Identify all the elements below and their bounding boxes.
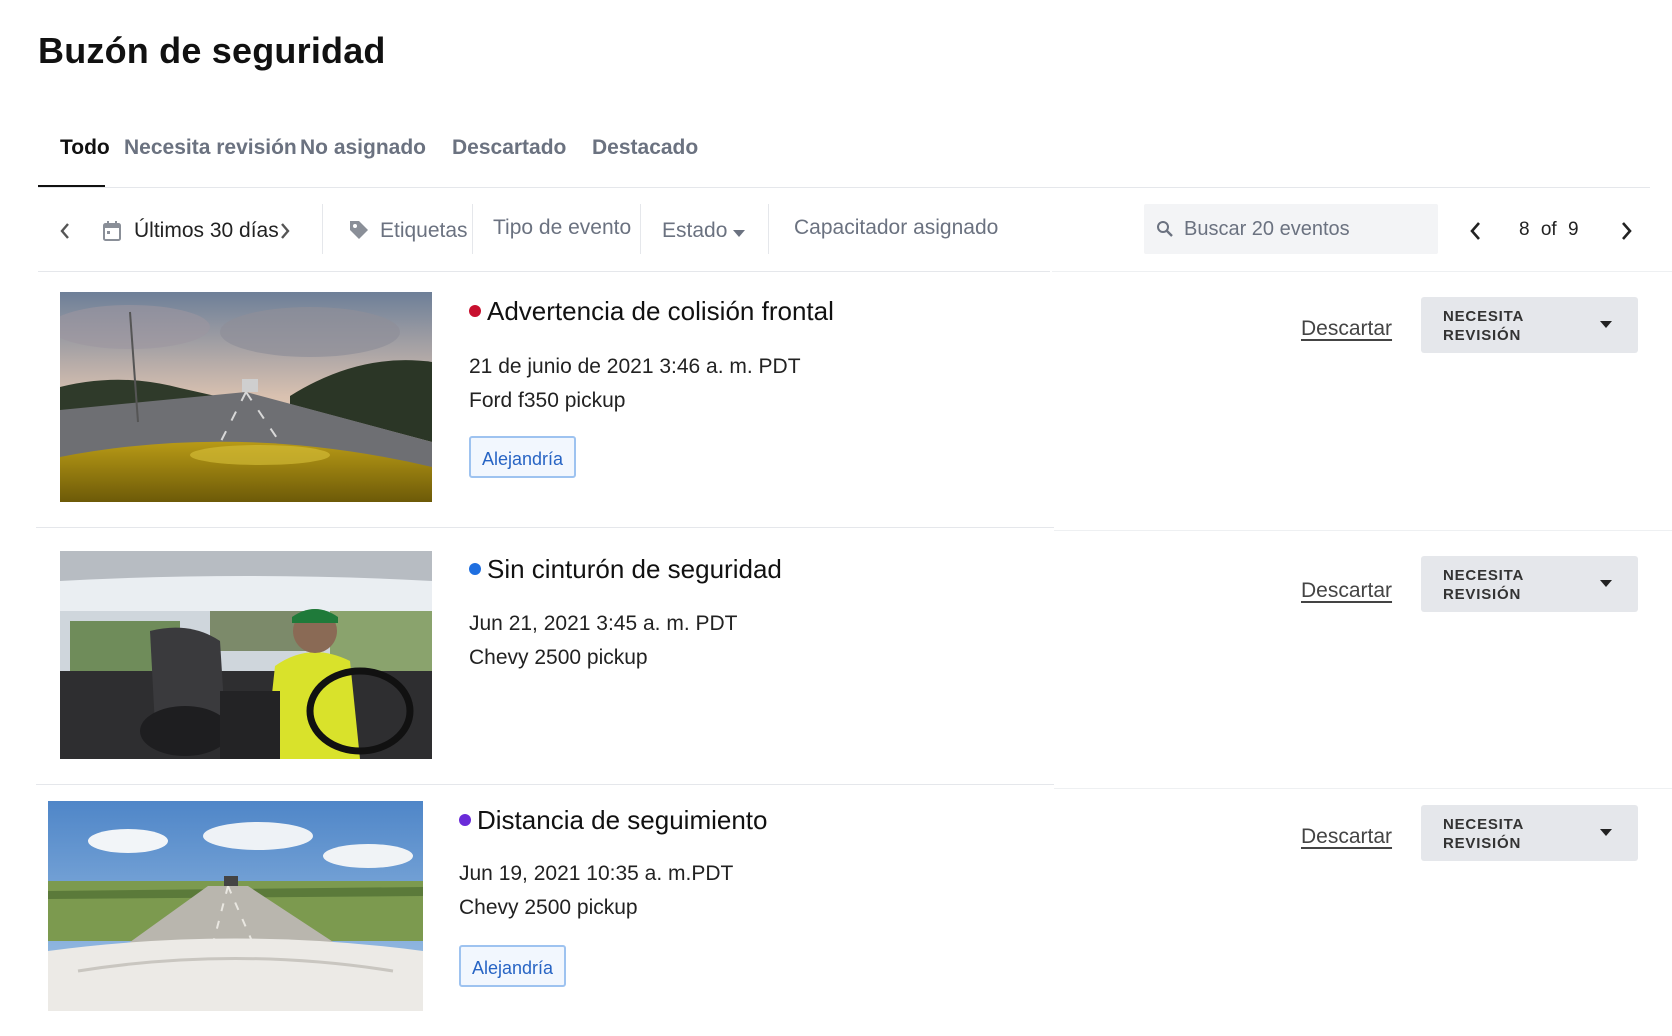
event-title[interactable]: Sin cinturón de seguridad	[487, 554, 782, 585]
page-prev-button[interactable]	[1464, 218, 1488, 244]
pagination-current: 8	[1519, 219, 1530, 240]
dismiss-button[interactable]: Descartar	[1301, 825, 1392, 849]
pagination-of: of	[1540, 219, 1557, 240]
toolbar-divider-line	[38, 271, 1050, 272]
event-title[interactable]: Advertencia de colisión frontal	[487, 296, 834, 327]
status-line: NECESITA	[1443, 567, 1525, 584]
chevron-left-icon	[1470, 222, 1480, 240]
event-thumbnail[interactable]	[60, 551, 432, 759]
status-line: REVISIÓN	[1443, 586, 1522, 603]
status-dropdown-label: NECESITA REVISIÓN	[1443, 815, 1524, 853]
event-datetime: Jun 19, 2021 10:35 a. m.PDT	[459, 862, 734, 885]
row-divider	[36, 784, 1054, 785]
event-vehicle: Chevy 2500 pickup	[459, 896, 638, 919]
event-tag[interactable]: Alejandría	[469, 436, 577, 478]
event-thumbnail[interactable]	[48, 801, 423, 1011]
caret-down-icon	[733, 230, 745, 237]
date-range-label: Últimos 30 días	[134, 219, 279, 242]
date-prev-button[interactable]	[56, 220, 74, 242]
row-divider	[36, 527, 1054, 528]
tab-all[interactable]: Todo	[60, 136, 110, 160]
search-icon	[1157, 221, 1173, 237]
tags-filter[interactable]: Etiquetas	[346, 216, 470, 250]
event-datetime: 21 de junio de 2021 3:46 a. m. PDT	[469, 355, 801, 378]
caret-down-icon	[1600, 829, 1612, 836]
caret-down-icon	[1600, 580, 1612, 587]
severity-dot	[469, 563, 481, 575]
chevron-right-icon	[281, 223, 290, 239]
road-camera-image	[48, 801, 423, 1011]
event-datetime: Jun 21, 2021 3:45 a. m. PDT	[469, 612, 738, 635]
event-tag[interactable]: Alejandría	[459, 945, 567, 987]
status-filter[interactable]: Estado	[662, 216, 758, 250]
pagination-total: 9	[1568, 219, 1579, 240]
toolbar-divider	[322, 204, 323, 254]
row-divider	[1054, 788, 1672, 789]
status-dropdown[interactable]: NECESITA REVISIÓN	[1421, 805, 1638, 861]
toolbar-divider	[640, 204, 641, 254]
tab-dismissed[interactable]: Descartado	[452, 136, 566, 160]
tab-unassigned[interactable]: No asignado	[300, 136, 426, 160]
severity-dot	[469, 305, 481, 317]
caret-down-icon	[1600, 321, 1612, 328]
status-dropdown[interactable]: NECESITA REVISIÓN	[1421, 297, 1638, 353]
page-title: Buzón de seguridad	[38, 30, 386, 71]
severity-dot	[459, 814, 471, 826]
event-type-filter[interactable]: Tipo de evento	[493, 216, 631, 240]
dismiss-button[interactable]: Descartar	[1301, 317, 1392, 341]
event-vehicle: Ford f350 pickup	[469, 389, 626, 412]
assigned-coach-filter[interactable]: Capacitador asignado	[794, 216, 998, 240]
dismiss-button[interactable]: Descartar	[1301, 579, 1392, 603]
tag-icon	[350, 221, 368, 239]
toolbar-divider	[472, 204, 473, 254]
tags-label: Etiquetas	[380, 219, 468, 242]
status-line: REVISIÓN	[1443, 327, 1522, 344]
tab-starred[interactable]: Destacado	[592, 136, 698, 160]
row-divider	[1054, 530, 1672, 531]
event-title[interactable]: Distancia de seguimiento	[477, 805, 768, 836]
search-input[interactable]: Buscar 20 eventos	[1184, 218, 1350, 241]
chevron-right-icon	[1622, 222, 1632, 240]
tabs-divider	[38, 187, 1650, 188]
status-line: NECESITA	[1443, 816, 1525, 833]
cabin-camera-image	[60, 551, 432, 759]
page-next-button[interactable]	[1614, 218, 1638, 244]
toolbar-divider-line	[1052, 271, 1672, 272]
calendar-icon	[103, 221, 121, 241]
event-thumbnail[interactable]	[60, 292, 432, 502]
road-camera-image	[60, 292, 432, 502]
status-line: REVISIÓN	[1443, 835, 1522, 852]
pagination-indicator: 8 of 9	[1519, 219, 1579, 241]
event-vehicle: Chevy 2500 pickup	[469, 646, 648, 669]
status-dropdown-label: NECESITA REVISIÓN	[1443, 307, 1524, 345]
status-line: NECESITA	[1443, 308, 1525, 325]
chevron-left-icon	[60, 223, 69, 239]
tab-needs-review[interactable]: Necesita revisión	[124, 136, 297, 160]
search-box[interactable]: Buscar 20 eventos	[1144, 204, 1438, 254]
toolbar-divider	[768, 204, 769, 254]
status-filter-label: Estado	[662, 219, 728, 242]
status-dropdown-label: NECESITA REVISIÓN	[1443, 566, 1524, 604]
status-dropdown[interactable]: NECESITA REVISIÓN	[1421, 556, 1638, 612]
